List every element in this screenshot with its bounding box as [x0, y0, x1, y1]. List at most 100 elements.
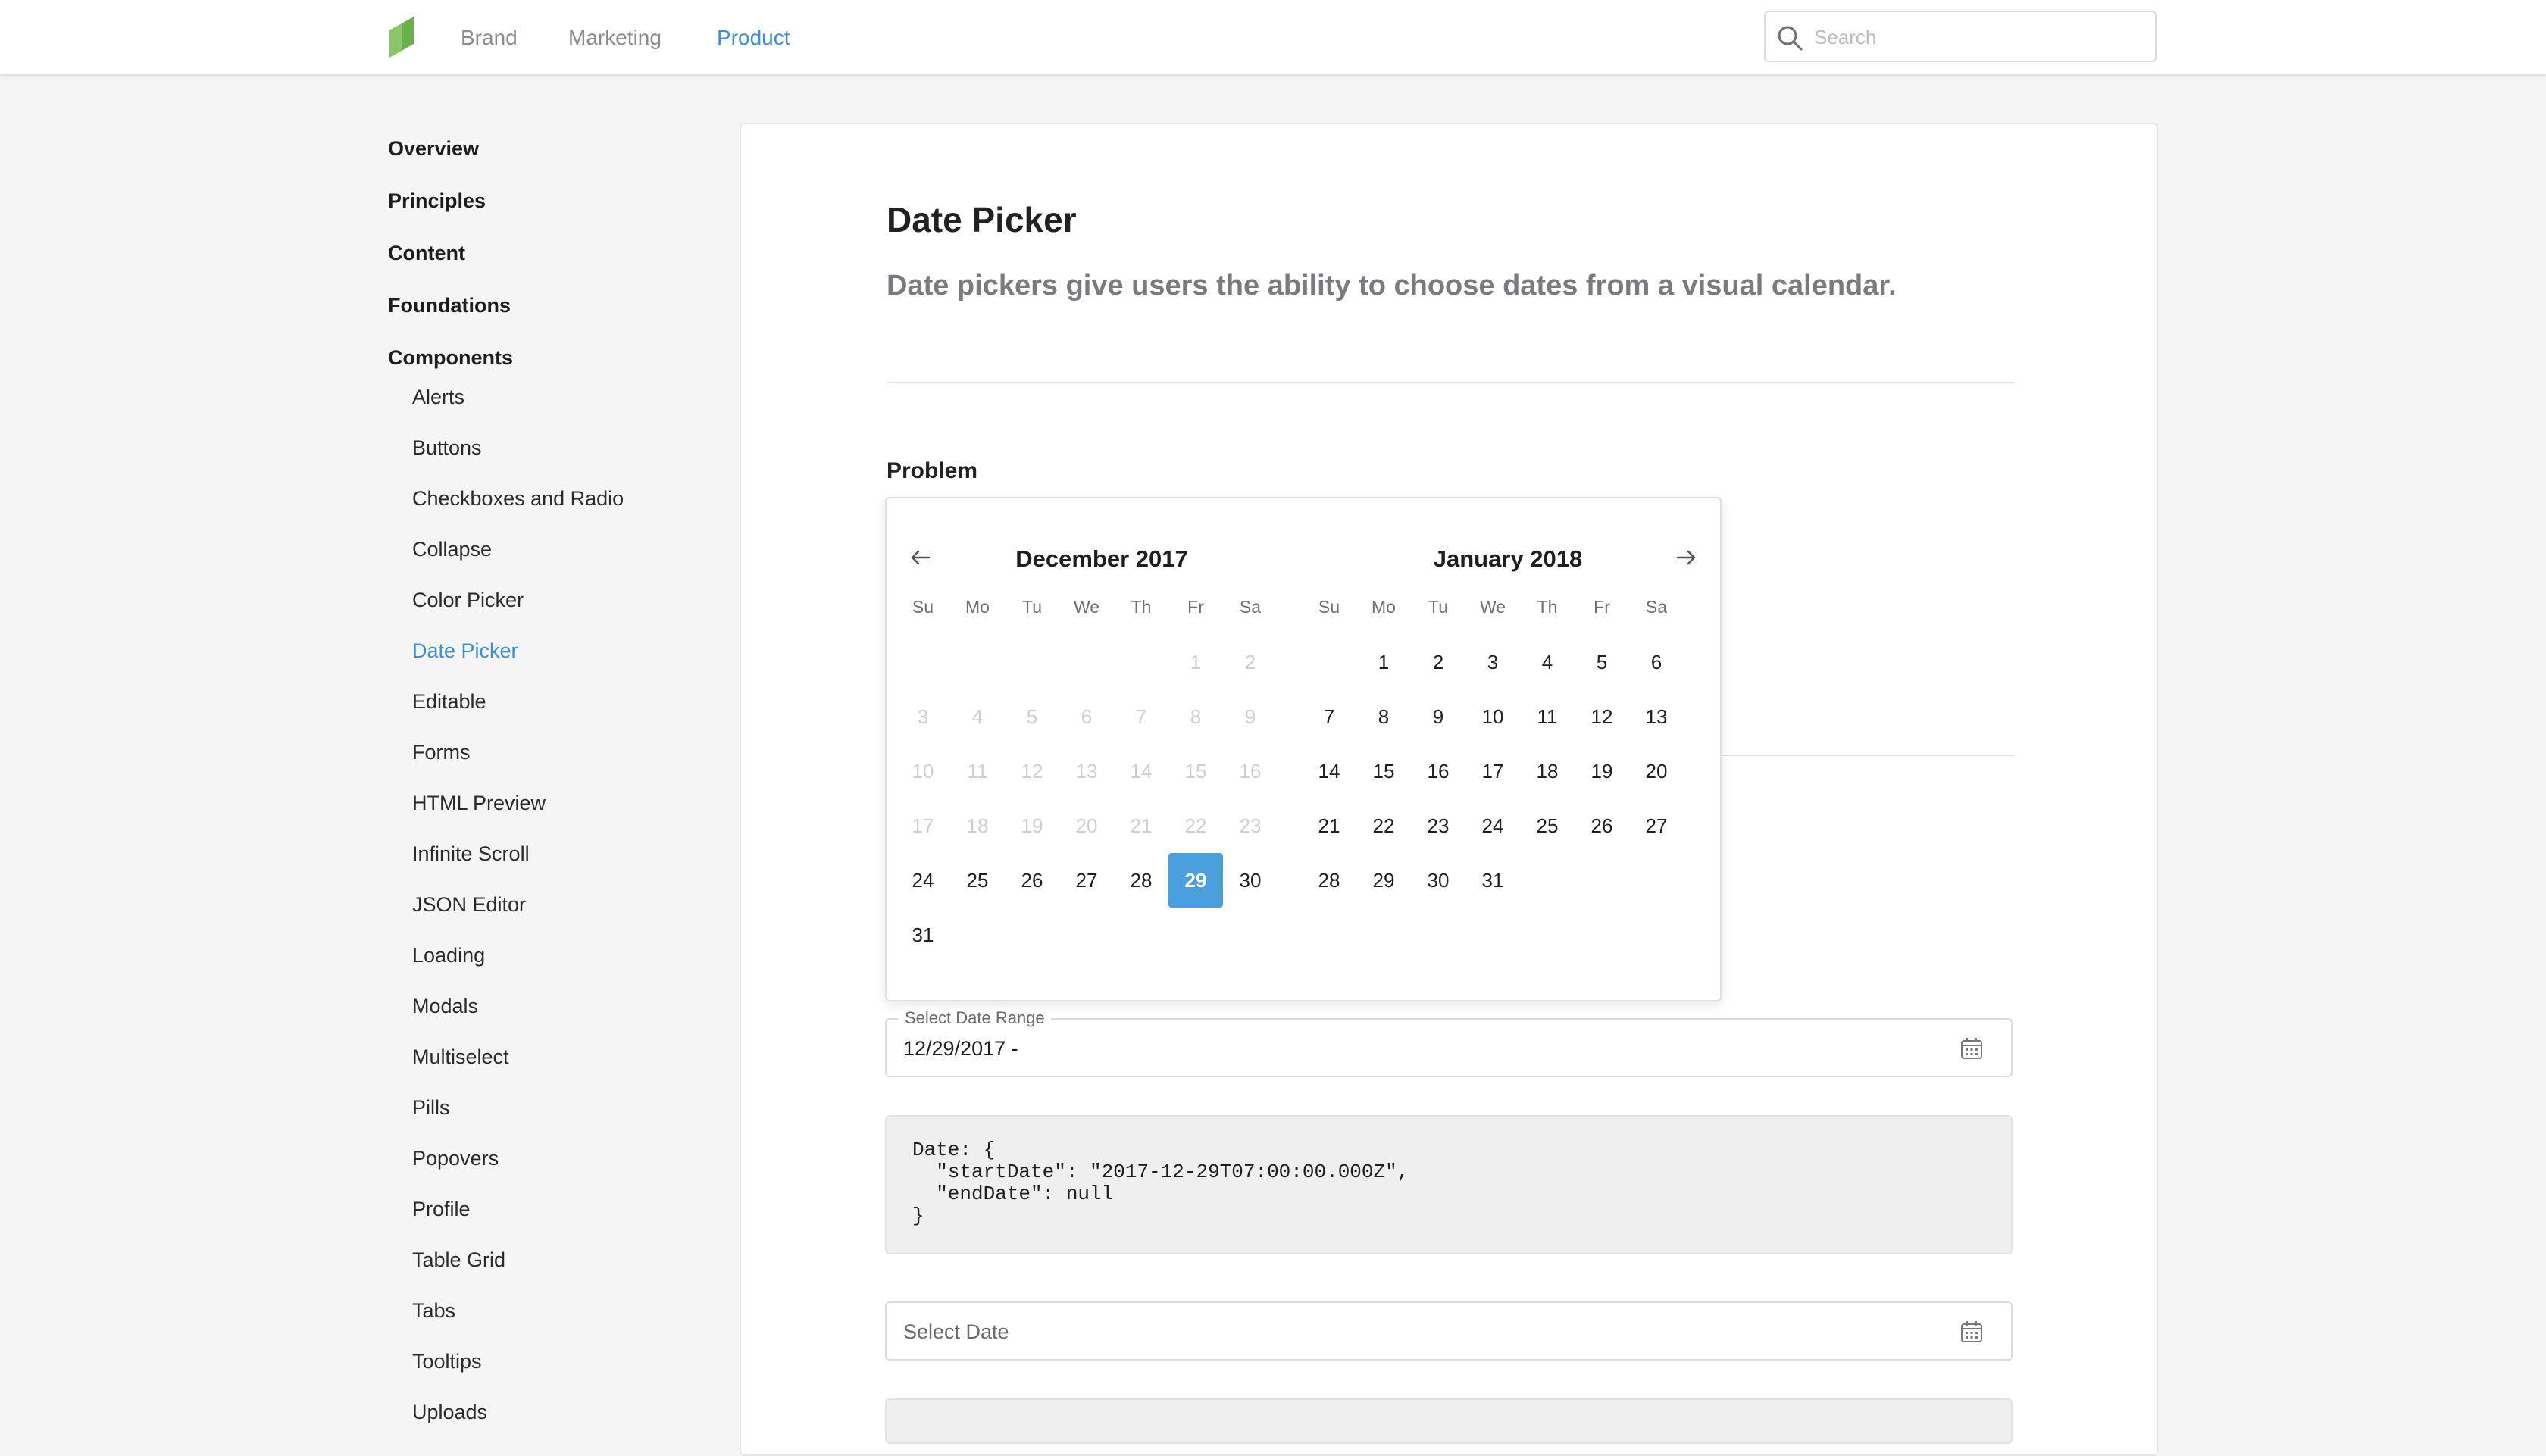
sidebar-item-html-preview[interactable]: HTML Preview: [412, 789, 546, 817]
calendar-day[interactable]: 17: [1465, 744, 1520, 798]
calendar-day[interactable]: 27: [1629, 798, 1684, 853]
calendar-day: 4: [971, 705, 984, 728]
calendar-day[interactable]: 21: [1302, 798, 1356, 853]
calendar-day[interactable]: 9: [1411, 689, 1465, 744]
calendar-day[interactable]: 30: [1411, 853, 1465, 908]
calendar-day: 16: [1239, 760, 1262, 783]
search-input[interactable]: [1813, 20, 2141, 55]
calendar-day: 21: [1130, 814, 1153, 837]
sidebar-item-date-picker[interactable]: Date Picker: [412, 637, 518, 664]
calendar-day[interactable]: 7: [1302, 689, 1356, 744]
date-output-code-block-2: [885, 1398, 2013, 1444]
sidebar-item-loading[interactable]: Loading: [412, 942, 485, 969]
nav-link-marketing[interactable]: Marketing: [568, 23, 662, 53]
calendar-day[interactable]: 11: [1520, 689, 1575, 744]
select-date-field[interactable]: Select Date: [885, 1301, 2013, 1361]
calendar-day[interactable]: 22: [1356, 798, 1411, 853]
calendar-day: 7: [1135, 705, 1147, 728]
weekday-header: Sa: [1645, 597, 1668, 617]
sidebar-item-collapse[interactable]: Collapse: [412, 536, 492, 563]
calendar-day[interactable]: 2: [1411, 635, 1465, 689]
nav-link-brand[interactable]: Brand: [461, 23, 518, 53]
date-output-code: Date: { "startDate": "2017-12-29T07:00:0…: [912, 1139, 1409, 1227]
sidebar-item-modals[interactable]: Modals: [412, 992, 478, 1020]
calendar-day[interactable]: 4: [1520, 635, 1575, 689]
date-output-code-block: Date: { "startDate": "2017-12-29T07:00:0…: [885, 1115, 2013, 1254]
calendar-day[interactable]: 10: [1465, 689, 1520, 744]
calendar-day[interactable]: 30: [1223, 853, 1278, 908]
calendar-day: 3: [917, 705, 929, 728]
calendar-day: 18: [966, 814, 989, 837]
calendar-day: 12: [1021, 760, 1043, 783]
calendar-day[interactable]: 28: [1114, 853, 1168, 908]
previous-month-arrow-icon[interactable]: [905, 542, 935, 573]
calendar-day[interactable]: 5: [1575, 635, 1629, 689]
weekday-header: Su: [912, 597, 934, 617]
calendar-day[interactable]: 16: [1411, 744, 1465, 798]
calendar-day[interactable]: 20: [1629, 744, 1684, 798]
weekday-header: We: [1479, 597, 1506, 617]
date-range-calendar-popup: December 2017 January 2018 Su Mo Tu We Th Fr S…: [885, 497, 1722, 1001]
calendar-day[interactable]: 29: [1356, 853, 1411, 908]
date-range-field[interactable]: Select Date Range 12/29/2017 -: [885, 1008, 2013, 1077]
calendar-day[interactable]: 23: [1411, 798, 1465, 853]
month-title-right: January 2018: [1433, 545, 1583, 572]
sidebar-item-pills[interactable]: Pills: [412, 1094, 450, 1121]
calendar-day[interactable]: 13: [1629, 689, 1684, 744]
calendar-day[interactable]: 6: [1629, 635, 1684, 689]
calendar-day[interactable]: 25: [1520, 798, 1575, 853]
sidebar-item-foundations[interactable]: Foundations: [388, 292, 511, 319]
calendar-day[interactable]: 12: [1575, 689, 1629, 744]
calendar-day[interactable]: 26: [1005, 853, 1059, 908]
calendar-day: 6: [1081, 705, 1093, 728]
calendar-icon[interactable]: [1960, 1320, 1984, 1344]
sidebar-item-profile[interactable]: Profile: [412, 1195, 471, 1223]
calendar-day[interactable]: 26: [1575, 798, 1629, 853]
sidebar-item-alerts[interactable]: Alerts: [412, 383, 464, 411]
sidebar-item-uploads[interactable]: Uploads: [412, 1398, 487, 1426]
calendar-icon[interactable]: [1960, 1036, 1984, 1061]
calendar-day[interactable]: 24: [896, 853, 950, 908]
calendar-day[interactable]: 15: [1356, 744, 1411, 798]
calendar-day[interactable]: 25: [950, 853, 1005, 908]
calendar-day[interactable]: 1: [1356, 635, 1411, 689]
calendar-day[interactable]: 24: [1465, 798, 1520, 853]
next-month-arrow-icon[interactable]: [1672, 542, 1702, 573]
sidebar-item-content[interactable]: Content: [388, 239, 465, 267]
calendar-day[interactable]: 28: [1302, 853, 1356, 908]
sidebar-item-json-editor[interactable]: JSON Editor: [412, 891, 526, 918]
sidebar-item-color-picker[interactable]: Color Picker: [412, 586, 524, 614]
calendar-day[interactable]: 31: [896, 908, 950, 962]
calendar-day-selected[interactable]: 29: [1168, 853, 1223, 908]
sidebar-item-forms[interactable]: Forms: [412, 739, 471, 766]
calendar-day[interactable]: 18: [1520, 744, 1575, 798]
date-range-field-label: Select Date Range: [899, 1008, 1051, 1029]
section-title-problem: Problem: [887, 458, 978, 483]
sidebar-item-infinite-scroll[interactable]: Infinite Scroll: [412, 840, 530, 867]
calendar-day[interactable]: 8: [1356, 689, 1411, 744]
sidebar-item-overview[interactable]: Overview: [388, 135, 479, 162]
calendar-day[interactable]: 14: [1302, 744, 1356, 798]
sidebar-item-table-grid[interactable]: Table Grid: [412, 1246, 505, 1273]
sidebar-item-principles[interactable]: Principles: [388, 187, 486, 214]
sidebar-item-tooltips[interactable]: Tooltips: [412, 1348, 482, 1375]
calendar-day[interactable]: 3: [1465, 635, 1520, 689]
brand-logo-icon[interactable]: [388, 17, 415, 58]
sidebar-item-checkboxes-and-radio[interactable]: Checkboxes and Radio: [412, 485, 624, 512]
date-range-field-value[interactable]: 12/29/2017 -: [903, 1035, 1018, 1062]
calendar-day[interactable]: 19: [1575, 744, 1629, 798]
sidebar-item-buttons[interactable]: Buttons: [412, 434, 482, 461]
calendar-day[interactable]: 31: [1465, 853, 1520, 908]
select-date-placeholder[interactable]: Select Date: [903, 1318, 1009, 1345]
calendar-day: 22: [1184, 814, 1207, 837]
sidebar-item-components[interactable]: Components: [388, 344, 513, 371]
nav-link-product[interactable]: Product: [717, 23, 790, 53]
weekday-header: Su: [1318, 597, 1340, 617]
sidebar-item-multiselect[interactable]: Multiselect: [412, 1043, 509, 1070]
sidebar-item-editable[interactable]: Editable: [412, 688, 486, 715]
weekday-header: Mo: [1372, 597, 1396, 617]
sidebar-item-tabs[interactable]: Tabs: [412, 1297, 455, 1324]
search-box[interactable]: [1764, 11, 2157, 62]
sidebar-item-popovers[interactable]: Popovers: [412, 1145, 499, 1172]
calendar-day[interactable]: 27: [1059, 853, 1114, 908]
